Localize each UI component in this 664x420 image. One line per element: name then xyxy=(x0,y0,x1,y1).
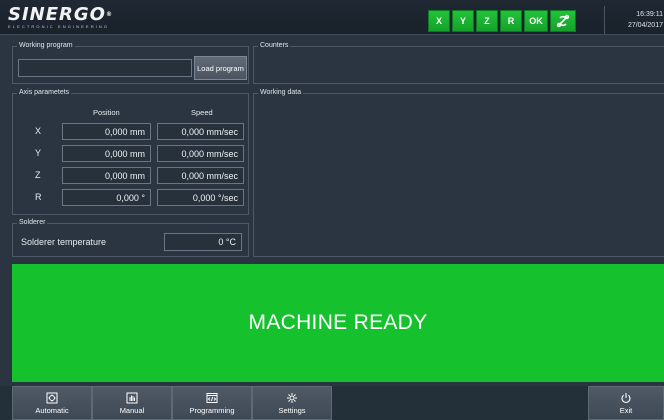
nav-exit-button[interactable]: Exit xyxy=(588,386,664,420)
solderer-temperature-value: 0 °C xyxy=(164,233,242,251)
position-r-field: 0,000 ° xyxy=(62,189,151,206)
nav-settings-button[interactable]: Settings xyxy=(252,386,332,420)
axis-label-y: Y xyxy=(35,148,42,158)
position-z-field: 0,000 mm xyxy=(62,167,151,184)
gear-icon xyxy=(287,392,297,403)
position-x-field: 0,000 mm xyxy=(62,123,151,140)
working-data-panel: Working data xyxy=(253,88,664,257)
nav-programming-button[interactable]: Programming xyxy=(172,386,252,420)
top-bar: SINERGO® ELECTRONIC ENGINEERING X Y Z R … xyxy=(0,0,664,35)
nav-manual-label: Manual xyxy=(119,405,145,415)
axis-y-button[interactable]: Y xyxy=(452,10,474,32)
axis-r-button[interactable]: R xyxy=(500,10,522,32)
solderer-panel: Solderer Solderer temperature 0 °C xyxy=(12,218,249,257)
program-path-field[interactable] xyxy=(18,59,192,77)
manual-icon xyxy=(126,392,138,403)
no-connection-icon xyxy=(556,14,570,28)
connection-button[interactable] xyxy=(550,10,576,32)
working-program-title: Working program xyxy=(17,41,75,51)
machine-status-banner: MACHINE READY xyxy=(12,264,664,382)
axis-x-label: X xyxy=(435,16,442,26)
counters-panel: Counters xyxy=(253,41,664,84)
axis-label-x: X xyxy=(35,126,42,136)
nav-automatic-label: Automatic xyxy=(35,405,69,415)
axis-z-button[interactable]: Z xyxy=(476,10,498,32)
ok-button[interactable]: OK xyxy=(524,10,548,32)
counters-title: Counters xyxy=(258,41,291,51)
sinergo-logo: SINERGO® ELECTRONIC ENGINEERING xyxy=(8,4,113,30)
nav-settings-label: Settings xyxy=(278,405,306,415)
solderer-title: Solderer xyxy=(17,218,48,228)
ok-label: OK xyxy=(529,16,543,26)
axis-label-z: Z xyxy=(35,170,41,180)
time-display: 16:39:11 xyxy=(636,11,663,18)
nav-manual-button[interactable]: Manual xyxy=(92,386,172,420)
nav-programming-label: Programming xyxy=(189,405,235,415)
axis-r-label: R xyxy=(507,16,515,26)
axis-label-r: R xyxy=(35,192,42,202)
axis-y-label: Y xyxy=(459,16,466,26)
date-display: 27/04/2017 xyxy=(627,22,663,29)
axis-parameters-title: Axis parametets xyxy=(17,88,72,98)
logo-text: SINERGO xyxy=(8,4,106,25)
speed-x-field: 0,000 mm/sec xyxy=(157,123,244,140)
nav-exit-label: Exit xyxy=(619,405,633,415)
axis-parameters-panel: Axis parametets Position Speed X 0,000 m… xyxy=(12,88,249,215)
logo-tagline: ELECTRONIC ENGINEERING xyxy=(8,24,110,29)
working-data-title: Working data xyxy=(258,88,304,98)
clock: 16:39:11 27/04/2017 xyxy=(604,6,664,34)
axis-x-button[interactable]: X xyxy=(428,10,450,32)
machine-status-text: MACHINE READY xyxy=(248,311,428,334)
working-program-panel: Working program Load program xyxy=(12,41,249,84)
programming-icon xyxy=(206,392,218,403)
speed-y-field: 0,000 mm/sec xyxy=(157,145,244,162)
axis-z-label: Z xyxy=(484,16,490,26)
position-header: Position xyxy=(93,108,120,117)
nav-automatic-button[interactable]: Automatic xyxy=(12,386,92,420)
bottom-nav: Automatic Manual Programming Settings Ex… xyxy=(0,386,664,420)
speed-z-field: 0,000 mm/sec xyxy=(157,167,244,184)
speed-r-field: 0,000 °/sec xyxy=(157,189,244,206)
power-icon xyxy=(621,392,631,403)
solderer-temperature-label: Solderer temperature xyxy=(21,237,107,247)
load-program-button[interactable]: Load program xyxy=(194,56,247,80)
speed-header: Speed xyxy=(191,108,213,117)
position-y-field: 0,000 mm xyxy=(62,145,151,162)
automatic-icon xyxy=(46,392,58,403)
